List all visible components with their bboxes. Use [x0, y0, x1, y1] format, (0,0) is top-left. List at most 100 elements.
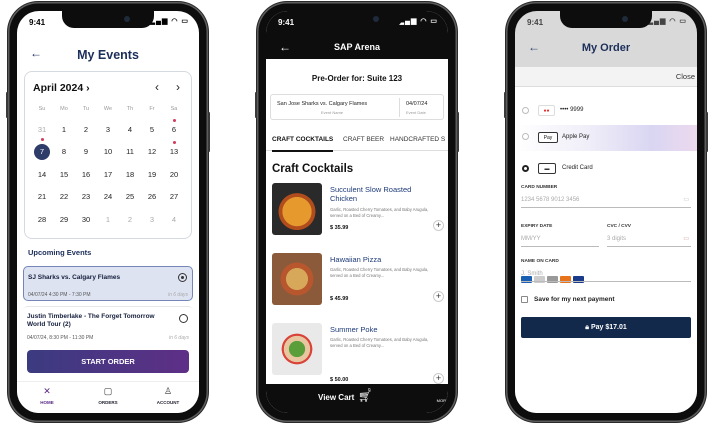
- event-radio-selected[interactable]: [178, 273, 187, 282]
- more-label[interactable]: MOR: [437, 398, 446, 403]
- calendar-day[interactable]: 30: [75, 215, 97, 224]
- calendar-day[interactable]: 16: [75, 170, 97, 179]
- item-price: $ 35.99: [330, 225, 349, 231]
- view-cart-bar[interactable]: View Cart 🛒︎ 0 MOR: [266, 384, 448, 413]
- calendar-day[interactable]: 26: [141, 192, 163, 201]
- tab-account[interactable]: ♙ ACCOUNT: [143, 386, 193, 405]
- menu-item[interactable]: Summer Poke Garlic, Roasted Cherry Tomat…: [272, 323, 444, 384]
- cvc-label: CVC / CVV: [607, 224, 631, 229]
- calendar-day[interactable]: 9: [75, 147, 97, 156]
- weekday-label: We: [103, 106, 113, 112]
- tab-orders[interactable]: ▢ ORDERS: [83, 386, 133, 405]
- chicken-image: [272, 183, 322, 235]
- calendar-day[interactable]: 4: [119, 125, 141, 134]
- calendar-day[interactable]: 27: [163, 192, 185, 201]
- save-card-checkbox[interactable]: [521, 296, 528, 303]
- calendar-day[interactable]: 21: [31, 192, 53, 201]
- calendar-day[interactable]: 5: [141, 125, 163, 134]
- event-countdown: in 6 days: [167, 292, 188, 298]
- lock-icon: 🔒︎: [585, 324, 589, 331]
- venue-title: SAP Arena: [333, 42, 381, 52]
- calendar-day[interactable]: 2: [75, 125, 97, 134]
- tab-craft-cocktails[interactable]: CRAFT COCKTAILS: [272, 136, 334, 152]
- calendar: April 2024 › ‹ › Su Mo Tu We Th Fr Sa 31 1 2 3 4 5 6…: [24, 71, 192, 239]
- calendar-day[interactable]: 31: [31, 125, 53, 134]
- status-time: 9:41: [278, 18, 295, 27]
- weekday-header: Su Mo Tu We Th Fr Sa: [31, 106, 185, 112]
- radio[interactable]: [522, 107, 529, 114]
- add-item-button[interactable]: +: [433, 373, 444, 384]
- menu-item[interactable]: Succulent Slow Roasted Chicken Garlic, R…: [272, 183, 444, 243]
- preorder-label: Pre-Order for: Suite 123: [311, 74, 403, 83]
- name-on-card-input[interactable]: J. Smith: [521, 267, 691, 282]
- calendar-day[interactable]: 14: [31, 170, 53, 179]
- calendar-day[interactable]: 1: [97, 215, 119, 224]
- calendar-day[interactable]: 20: [163, 170, 185, 179]
- payment-option-saved-card[interactable]: ●● •••• 9999: [515, 99, 697, 123]
- calendar-day[interactable]: 22: [53, 192, 75, 201]
- divider: [399, 98, 400, 117]
- event-card[interactable]: SJ Sharks vs. Calgary Flames 04/07/24 4:…: [23, 266, 193, 301]
- calendar-day[interactable]: 3: [141, 215, 163, 224]
- calendar-day[interactable]: 3: [97, 125, 119, 134]
- screen: 9:41 ▂▄▆ ◠ ▭ ← My Order Close ●● •••• 99…: [515, 11, 697, 413]
- next-month-icon[interactable]: ›: [176, 80, 180, 94]
- menu-item[interactable]: Hawaiian Pizza Garlic, Roasted Cherry To…: [272, 253, 444, 313]
- calendar-day[interactable]: 13: [163, 141, 185, 156]
- calendar-day[interactable]: 23: [75, 192, 97, 201]
- payment-option-credit-card[interactable]: ▬ Credit Card: [515, 157, 697, 181]
- orders-icon: ▢: [103, 386, 113, 396]
- tab-label: ORDERS: [98, 400, 118, 405]
- weekday-label: Fr: [149, 106, 155, 112]
- calendar-day[interactable]: 29: [53, 215, 75, 224]
- tab-craft-beer[interactable]: CRAFT BEER: [343, 136, 384, 143]
- calendar-day[interactable]: 6: [163, 118, 185, 134]
- calendar-day[interactable]: 7: [34, 137, 50, 160]
- tab-handcrafted[interactable]: HANDCRAFTED S: [390, 136, 445, 143]
- save-card-label: Save for my next payment: [534, 296, 615, 303]
- phone-my-events: 9:41 ▂▄▆ ◠ ▭ ← My Events April 2024 › ‹ …: [6, 2, 210, 422]
- pay-button[interactable]: 🔒︎ Pay $17.01: [521, 317, 691, 338]
- event-countdown: in 6 days: [168, 335, 189, 341]
- calendar-day[interactable]: 15: [53, 170, 75, 179]
- radio-selected[interactable]: [522, 165, 529, 172]
- add-item-button[interactable]: +: [433, 220, 444, 231]
- calendar-day[interactable]: 1: [53, 125, 75, 134]
- calendar-day[interactable]: 28: [31, 215, 53, 224]
- poke-image: [272, 323, 322, 375]
- calendar-day[interactable]: 12: [141, 147, 163, 156]
- event-card[interactable]: Justin Timberlake - The Forget Tomorrow …: [23, 306, 193, 343]
- close-button[interactable]: Close: [676, 72, 695, 81]
- calendar-day[interactable]: 24: [97, 192, 119, 201]
- prev-month-icon[interactable]: ‹: [155, 80, 159, 94]
- calendar-day[interactable]: 2: [119, 215, 141, 224]
- name-placeholder: J. Smith: [521, 271, 543, 277]
- item-name: Summer Poke: [330, 325, 378, 334]
- expiry-input[interactable]: MM/YY: [521, 232, 599, 247]
- payment-option-apple-pay[interactable]: Pay Apple Pay: [515, 125, 697, 151]
- calendar-day[interactable]: 4: [163, 215, 185, 224]
- cvc-input[interactable]: 3 digits ▭: [607, 232, 691, 247]
- card-number-input[interactable]: 1234 5678 9012 3456 ▭: [521, 193, 691, 208]
- event-name: San Jose Sharks vs. Calgary Flames: [277, 101, 368, 107]
- radio[interactable]: [522, 133, 529, 140]
- calendar-day[interactable]: 18: [119, 170, 141, 179]
- start-order-button[interactable]: START ORDER: [27, 350, 189, 373]
- item-price: $ 45.99: [330, 296, 349, 302]
- upcoming-events-heading: Upcoming Events: [28, 248, 92, 257]
- calendar-day[interactable]: 10: [97, 147, 119, 156]
- notch: [62, 11, 154, 28]
- tab-home[interactable]: ✕ HOME: [22, 386, 72, 405]
- weekday-label: Tu: [82, 106, 90, 112]
- calendar-day[interactable]: 8: [53, 147, 75, 156]
- calendar-month[interactable]: April 2024 ›: [33, 82, 90, 94]
- calendar-day[interactable]: 17: [97, 170, 119, 179]
- add-item-button[interactable]: +: [433, 291, 444, 302]
- calendar-day[interactable]: 25: [119, 192, 141, 201]
- calendar-day[interactable]: 11: [119, 147, 141, 156]
- tab-bar: ✕ HOME ▢ ORDERS ♙ ACCOUNT: [17, 381, 199, 413]
- event-radio[interactable]: [179, 314, 188, 323]
- home-icon: ✕: [43, 386, 51, 396]
- calendar-day[interactable]: 19: [141, 170, 163, 179]
- chevron-right-icon: ›: [86, 82, 90, 94]
